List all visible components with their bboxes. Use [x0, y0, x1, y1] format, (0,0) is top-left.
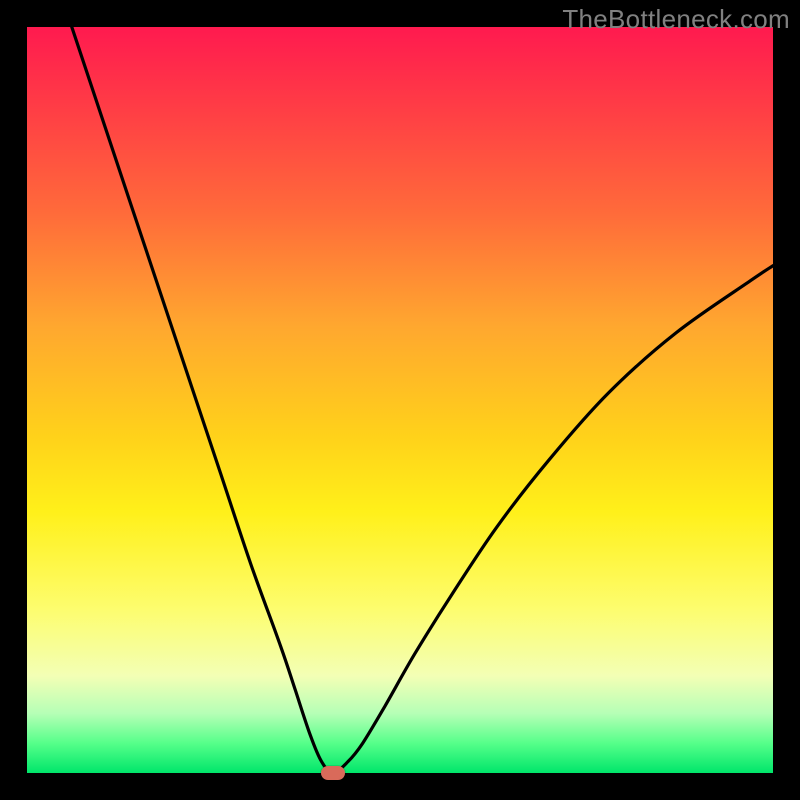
bottleneck-curve — [72, 27, 773, 773]
chart-frame: TheBottleneck.com — [0, 0, 800, 800]
plot-area — [27, 27, 773, 773]
optimal-marker — [321, 766, 345, 780]
watermark-text: TheBottleneck.com — [562, 4, 790, 35]
curve-layer — [27, 27, 773, 773]
